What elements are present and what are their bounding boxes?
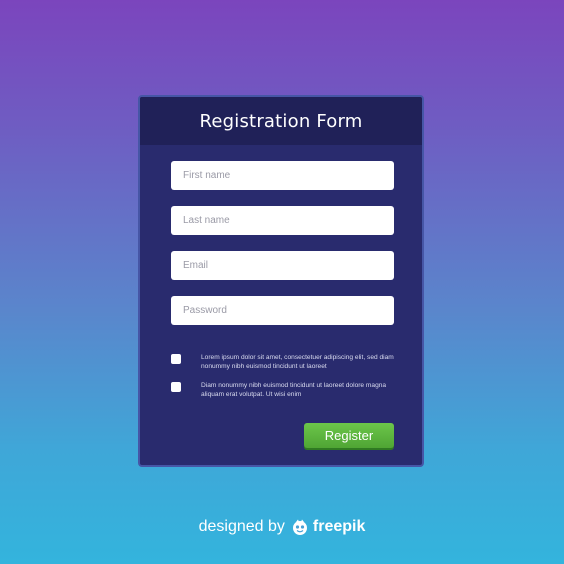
form-title: Registration Form [199, 110, 363, 132]
designed-by-text: designed by [198, 518, 285, 535]
agreement-row-2: Diam nonummy nibh euismod tincidunt ut l… [171, 381, 401, 399]
last-name-input[interactable] [171, 206, 394, 235]
freepik-logo-icon [291, 518, 309, 536]
first-name-input[interactable] [171, 161, 394, 190]
email-input[interactable] [171, 251, 394, 280]
register-button[interactable]: Register [304, 423, 394, 448]
registration-card: Registration Form Lorem ipsum dolor sit … [138, 95, 424, 467]
agreement-text-2: Diam nonummy nibh euismod tincidunt ut l… [201, 382, 387, 398]
agreement-checkbox-2[interactable] [171, 382, 181, 392]
agreement-text-1: Lorem ipsum dolor sit amet, consectetuer… [201, 354, 394, 370]
freepik-brand: freepik [312, 518, 366, 535]
card-header: Registration Form [140, 97, 422, 145]
footer-credit: designed by freepik [0, 518, 564, 536]
agreement-checkbox-1[interactable] [171, 354, 181, 364]
password-input[interactable] [171, 296, 394, 325]
agreement-row-1: Lorem ipsum dolor sit amet, consectetuer… [171, 353, 401, 371]
